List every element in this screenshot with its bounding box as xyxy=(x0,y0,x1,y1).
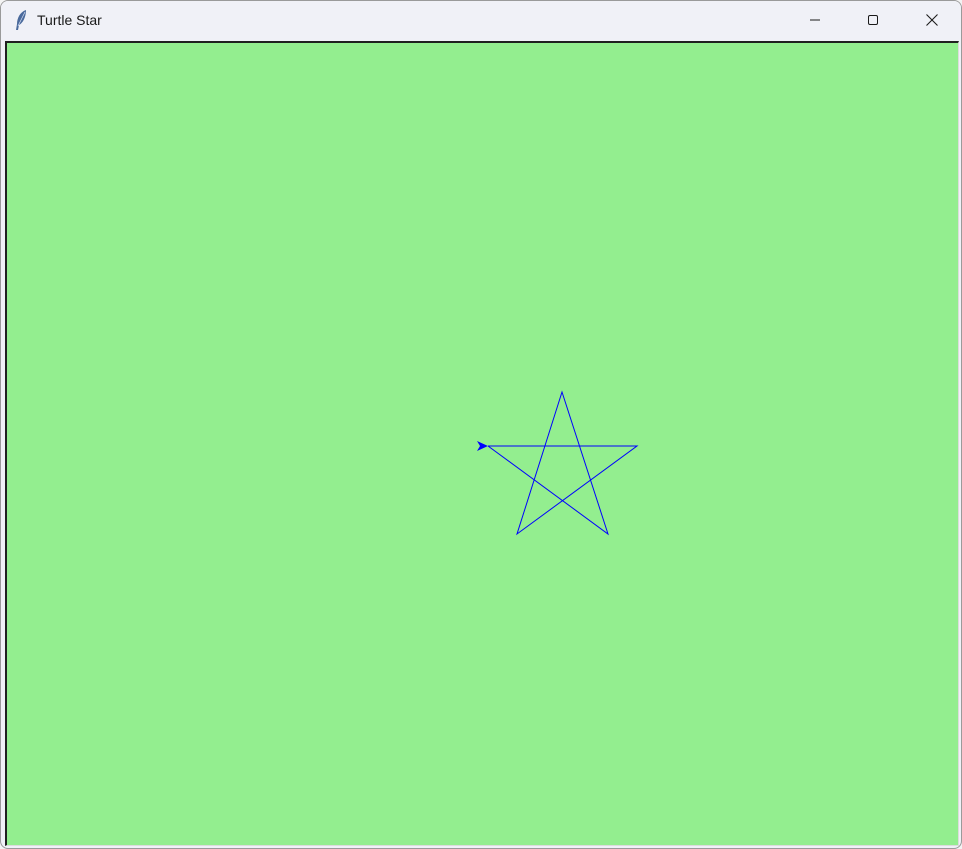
window-title: Turtle Star xyxy=(37,12,102,28)
turtle-canvas[interactable] xyxy=(5,41,959,846)
feather-icon xyxy=(12,9,30,31)
close-button[interactable] xyxy=(903,1,961,39)
maximize-button[interactable] xyxy=(844,1,902,39)
title-bar[interactable]: Turtle Star xyxy=(1,1,961,39)
minimize-button[interactable] xyxy=(786,1,844,39)
minimize-icon xyxy=(810,19,820,21)
star-path xyxy=(487,390,639,536)
turtle-icon xyxy=(477,441,488,451)
maximize-icon xyxy=(868,15,878,25)
drawing-surface xyxy=(477,390,639,536)
app-window: Turtle Star xyxy=(0,0,962,849)
close-icon xyxy=(926,14,938,26)
